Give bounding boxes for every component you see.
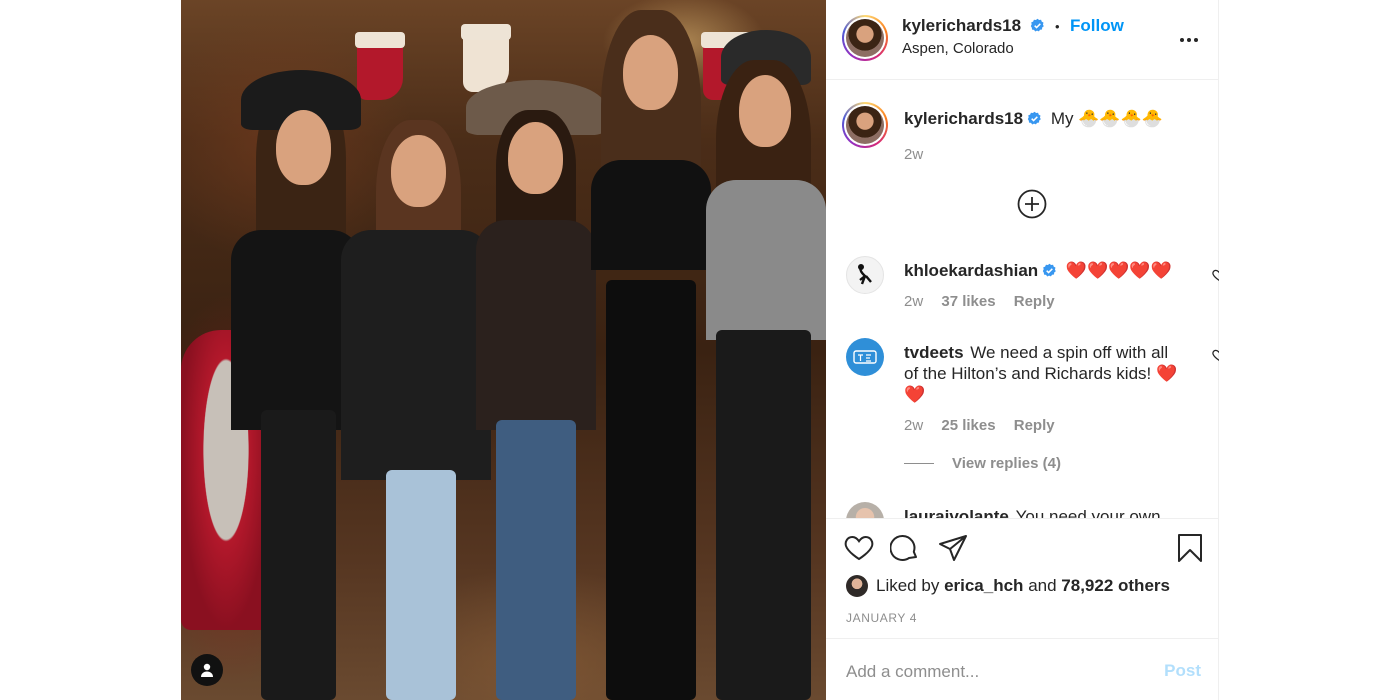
view-replies-label: View replies (4) [952, 455, 1061, 472]
caption-author-avatar[interactable] [842, 102, 888, 148]
commenter-avatar[interactable] [846, 256, 884, 294]
caption-username[interactable]: kylerichards18 [904, 109, 1023, 128]
plus-circle-icon [1017, 189, 1047, 219]
post-photo[interactable] [181, 0, 826, 700]
replies-divider [904, 463, 934, 464]
comment-item: khloekardashian ❤️❤️❤️❤️❤️ 2w 37 likes R… [846, 256, 1219, 316]
comment-likes[interactable]: 37 likes [941, 293, 995, 310]
verified-badge-icon [1027, 111, 1041, 125]
header-separator: • [1055, 19, 1060, 34]
liker-username[interactable]: erica_hch [944, 576, 1023, 596]
comment-item: tvdeets We need a spin off with all of t… [846, 338, 1219, 478]
comment-text: You need your own [1015, 507, 1161, 518]
user-icon [201, 663, 213, 677]
author-username[interactable]: kylerichards18 [902, 16, 1021, 35]
likes-middle: and [1028, 576, 1057, 595]
reply-button[interactable]: Reply [1014, 293, 1055, 310]
post-location[interactable]: Aspen, Colorado [902, 40, 1014, 57]
comment-like-heart-icon[interactable] [1212, 268, 1219, 282]
comment-like-heart-icon[interactable] [1212, 348, 1219, 362]
caption-text: My 🐣🐣🐣🐣 [1050, 109, 1163, 128]
commenter-avatar[interactable] [846, 338, 884, 376]
comment-time: 2w [904, 417, 924, 434]
share-icon[interactable] [938, 533, 968, 563]
person-figure [581, 10, 721, 700]
commenter-username[interactable]: khloekardashian [904, 261, 1038, 280]
comment-icon[interactable] [890, 533, 920, 563]
post-actions: Liked by erica_hch and 78,922 others JAN… [826, 518, 1219, 638]
author-avatar[interactable] [842, 15, 888, 61]
bookmark-icon[interactable] [1175, 533, 1205, 563]
comment-item: lauraivolante You need your own [846, 502, 1206, 518]
follow-button[interactable]: Follow [1070, 16, 1124, 35]
likes-prefix: Liked by [876, 576, 940, 595]
commenter-avatar[interactable] [846, 502, 884, 518]
post-date[interactable]: JANUARY 4 [846, 611, 917, 625]
liker-avatar [846, 575, 868, 597]
reply-button[interactable]: Reply [1014, 417, 1055, 434]
comment-input[interactable] [846, 659, 1136, 685]
comment-time: 2w [904, 293, 924, 310]
comment-text: ❤️❤️❤️❤️❤️ [1065, 261, 1172, 280]
load-more-comments-button[interactable] [1017, 189, 1047, 219]
post-details-panel: kylerichards18 • Follow Aspen, Colorado … [826, 0, 1219, 700]
view-replies-button[interactable]: View replies (4) [904, 455, 1061, 472]
verified-badge-icon [1043, 263, 1056, 277]
caption-time: 2w [904, 146, 924, 163]
post-header: kylerichards18 • Follow Aspen, Colorado [826, 0, 1219, 80]
add-comment-bar: Post [826, 638, 1219, 700]
more-options-button[interactable] [1177, 28, 1201, 52]
caption: kylerichards18 My 🐣🐣🐣🐣 2w [842, 102, 1206, 172]
commenter-username[interactable]: lauraivolante [904, 507, 1009, 518]
heart-icon[interactable] [844, 533, 874, 563]
verified-badge-icon [1030, 18, 1044, 32]
more-horizontal-icon [1180, 38, 1198, 42]
comments-list[interactable]: kylerichards18 My 🐣🐣🐣🐣 2w khloekardashia… [826, 80, 1219, 518]
commenter-username[interactable]: tvdeets [904, 343, 964, 362]
tagged-users-button[interactable] [191, 654, 223, 686]
likes-count[interactable]: 78,922 others [1061, 576, 1170, 596]
comment-likes[interactable]: 25 likes [941, 417, 995, 434]
post-comment-button[interactable]: Post [1164, 661, 1201, 681]
person-figure [701, 30, 826, 700]
likes-summary[interactable]: Liked by erica_hch and 78,922 others [846, 575, 1170, 597]
